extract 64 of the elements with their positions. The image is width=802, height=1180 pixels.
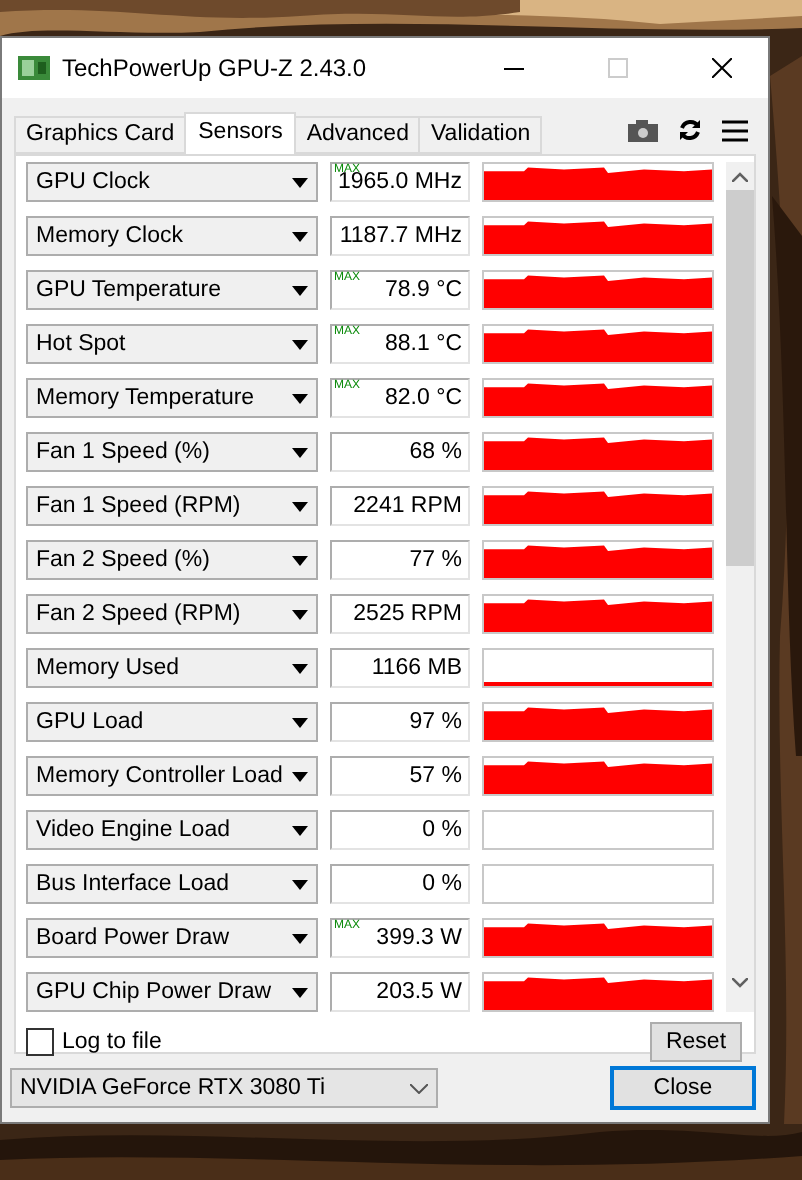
caret-icon	[292, 555, 308, 565]
sensor-dropdown[interactable]: GPU Clock	[26, 162, 318, 202]
sensor-dropdown[interactable]: Fan 2 Speed (RPM)	[26, 594, 318, 634]
caret-icon	[292, 501, 308, 511]
sensor-dropdown[interactable]: GPU Chip Power Draw	[26, 972, 318, 1012]
caret-icon	[292, 177, 308, 187]
sensor-dropdown[interactable]: Fan 2 Speed (%)	[26, 540, 318, 580]
sensor-dropdown[interactable]: Board Power Draw	[26, 918, 318, 958]
sensor-value: 2525 RPM	[330, 594, 470, 634]
sensor-dropdown[interactable]: GPU Temperature	[26, 270, 318, 310]
sensor-value: 77 %	[330, 540, 470, 580]
caret-icon	[292, 933, 308, 943]
caret-icon	[292, 771, 308, 781]
window-title: TechPowerUp GPU-Z 2.43.0	[62, 54, 369, 82]
camera-icon[interactable]	[628, 119, 658, 141]
caret-icon	[292, 285, 308, 295]
sensor-dropdown[interactable]: Memory Clock	[26, 216, 318, 256]
caret-icon	[292, 825, 308, 835]
sensor-value: 0 %	[330, 810, 470, 850]
caret-icon	[292, 987, 308, 997]
sensor-value: 0 %	[330, 864, 470, 904]
tab[interactable]: Advanced	[294, 116, 421, 154]
close-dialog-button[interactable]: Close	[610, 1066, 756, 1110]
sensor-dropdown[interactable]: Fan 1 Speed (%)	[26, 432, 318, 472]
sensor-dropdown[interactable]: Hot Spot	[26, 324, 318, 364]
sensor-value: 2241 RPM	[330, 486, 470, 526]
scroll-down-icon[interactable]	[732, 978, 748, 988]
sensor-value: 203.5 W	[330, 972, 470, 1012]
caret-icon	[292, 609, 308, 619]
caret-icon	[292, 717, 308, 727]
caret-icon	[292, 339, 308, 349]
minimize-icon[interactable]	[504, 67, 524, 69]
log-checkbox[interactable]	[26, 1028, 54, 1056]
caret-icon	[292, 879, 308, 889]
scroll-thumb[interactable]	[726, 190, 754, 566]
caret-icon	[292, 393, 308, 403]
sensor-dropdown[interactable]: Memory Temperature	[26, 378, 318, 418]
sensor-value: 97 %	[330, 702, 470, 742]
caret-icon	[292, 231, 308, 241]
sensor-value: 57 %	[330, 756, 470, 796]
checkbox-label: Log to file	[62, 1030, 162, 1054]
reset-button[interactable]: Reset	[650, 1022, 742, 1062]
caret-icon	[292, 447, 308, 457]
sensor-dropdown[interactable]: Video Engine Load	[26, 810, 318, 850]
sensor-value: 1187.7 MHz	[330, 216, 470, 256]
sensor-dropdown[interactable]: Memory Used	[26, 648, 318, 688]
tab[interactable]: Sensors	[184, 112, 297, 154]
tab[interactable]: Graphics Card	[14, 116, 187, 154]
device-select[interactable]: NVIDIA GeForce RTX 3080 Ti	[10, 1068, 438, 1108]
scroll-up-icon[interactable]	[732, 172, 748, 182]
graphics-card-icon	[18, 56, 50, 80]
caret-icon	[292, 663, 308, 673]
sensor-dropdown[interactable]: Fan 1 Speed (RPM)	[26, 486, 318, 526]
sensor-value: 1166 MB	[330, 648, 470, 688]
chevron-icon	[410, 1083, 428, 1093]
refresh-icon[interactable]	[678, 118, 702, 142]
sensor-value: 68 %	[330, 432, 470, 472]
tab[interactable]: Validation	[418, 116, 543, 154]
menu-icon[interactable]	[722, 119, 748, 141]
sensor-dropdown[interactable]: Bus Interface Load	[26, 864, 318, 904]
sensor-dropdown[interactable]: Memory Controller Load	[26, 756, 318, 796]
close-icon[interactable]	[712, 58, 732, 78]
scrollbar[interactable]	[726, 162, 754, 1012]
sensor-dropdown[interactable]: GPU Load	[26, 702, 318, 742]
